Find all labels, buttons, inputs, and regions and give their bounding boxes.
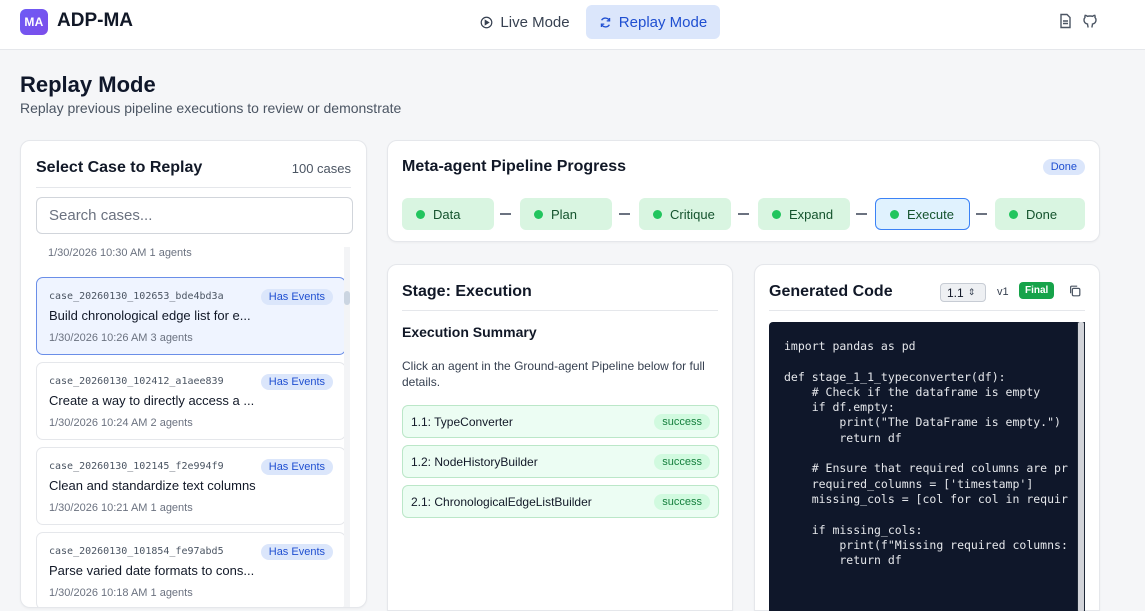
pipeline-status-badge: Done <box>1042 159 1085 175</box>
page-subtitle: Replay previous pipeline executions to r… <box>20 100 402 116</box>
has-events-badge: Has Events <box>260 544 333 560</box>
generated-code-panel: Generated Code 1.1 ⇕ v1 Final import pan… <box>754 264 1100 611</box>
divider <box>36 187 351 188</box>
replay-mode-button[interactable]: Replay Mode <box>586 5 720 39</box>
stage-connector <box>619 213 630 215</box>
agent-row[interactable]: 1.1: TypeConverter success <box>402 405 719 438</box>
case-item[interactable]: case_20260130_102145_f2e994f9 Has Events… <box>36 447 346 525</box>
case-panel-title: Select Case to Replay <box>36 159 203 176</box>
status-dot-icon <box>534 209 543 219</box>
copy-icon[interactable] <box>1068 284 1082 298</box>
stage-detail-panel: Stage: Execution Execution Summary Click… <box>387 264 733 611</box>
status-dot-icon <box>1009 209 1018 219</box>
status-dot-icon <box>653 209 662 219</box>
agent-status-badge: success <box>654 414 710 430</box>
agent-name: 1.2: NodeHistoryBuilder <box>411 455 538 469</box>
case-id: case_20260130_102145_f2e994f9 <box>49 461 224 472</box>
case-meta: 1/30/2026 10:26 AM 3 agents <box>49 332 193 344</box>
code-block[interactable]: import pandas as pd def stage_1_1_typeco… <box>769 322 1085 611</box>
stage-plan[interactable]: Plan <box>520 198 612 230</box>
app-title: ADP-MA <box>57 10 133 31</box>
case-name: Clean and standardize text columns <box>49 478 256 493</box>
agent-name: 2.1: ChronologicalEdgeListBuilder <box>411 495 592 509</box>
case-id: case_20260130_101854_fe97abd5 <box>49 546 224 557</box>
case-meta-partial: 1/30/2026 10:30 AM 1 agents <box>48 247 192 259</box>
case-name: Parse varied date formats to cons... <box>49 563 255 578</box>
divider <box>402 310 718 311</box>
agent-row[interactable]: 1.2: NodeHistoryBuilder success <box>402 445 719 478</box>
stage-execute[interactable]: Execute <box>875 198 970 230</box>
divider <box>769 310 1085 311</box>
stage-label: Critique <box>670 206 715 222</box>
live-mode-button[interactable]: Live Mode <box>470 5 580 39</box>
status-dot-icon <box>416 209 425 219</box>
stage-label: Execute <box>907 206 954 222</box>
case-count: 100 cases <box>291 161 351 176</box>
case-id: case_20260130_102653_bde4bd3a <box>49 291 224 302</box>
stage-connector <box>856 213 867 215</box>
stage-connector <box>500 213 511 215</box>
app-logo: MA <box>20 9 48 35</box>
status-dot-icon <box>772 209 781 219</box>
github-icon[interactable] <box>1082 13 1098 29</box>
case-meta: 1/30/2026 10:24 AM 2 agents <box>49 417 193 429</box>
code-scrollbar-thumb[interactable] <box>1078 322 1084 611</box>
stage-label: Data <box>433 206 461 222</box>
case-item[interactable]: case_20260130_101854_fe97abd5 Has Events… <box>36 532 346 607</box>
stage-critique[interactable]: Critique <box>639 198 731 230</box>
agent-row[interactable]: 2.1: ChronologicalEdgeListBuilder succes… <box>402 485 719 518</box>
stage-title: Stage: Execution <box>402 283 532 300</box>
agent-status-badge: success <box>654 454 710 470</box>
top-nav-bar: MA ADP-MA Live Mode Replay Mode <box>0 0 1145 50</box>
case-list[interactable]: 1/30/2026 10:30 AM 1 agents case_2026013… <box>36 247 353 607</box>
stage-label: Expand <box>789 206 834 222</box>
stage-done[interactable]: Done <box>995 198 1085 230</box>
chevron-updown-icon: ⇕ <box>967 287 976 297</box>
case-selection-panel: Select Case to Replay 100 cases 1/30/202… <box>20 140 367 608</box>
stage-expand[interactable]: Expand <box>758 198 850 230</box>
stage-label: Done <box>1026 206 1058 222</box>
code-content: import pandas as pd def stage_1_1_typeco… <box>784 339 1068 568</box>
case-meta: 1/30/2026 10:21 AM 1 agents <box>49 502 193 514</box>
case-item[interactable]: case_20260130_102412_a1aee839 Has Events… <box>36 362 346 440</box>
stage-data[interactable]: Data <box>402 198 494 230</box>
document-icon[interactable] <box>1057 13 1073 29</box>
has-events-badge: Has Events <box>260 289 333 305</box>
execution-summary-description: Click an agent in the Ground-agent Pipel… <box>402 359 705 389</box>
pipeline-title: Meta-agent Pipeline Progress <box>402 158 627 175</box>
has-events-badge: Has Events <box>260 459 333 475</box>
live-mode-label: Live Mode <box>500 13 570 31</box>
case-item[interactable]: case_20260130_102653_bde4bd3a Has Events… <box>36 277 346 355</box>
execution-summary-title: Execution Summary <box>402 324 537 340</box>
case-id: case_20260130_102412_a1aee839 <box>49 376 224 387</box>
page-title: Replay Mode <box>20 72 156 97</box>
replay-mode-label: Replay Mode <box>618 13 708 31</box>
case-name: Create a way to directly access a ... <box>49 393 255 408</box>
play-circle-icon <box>481 16 493 28</box>
version-value: 1.1 <box>947 285 964 300</box>
status-dot-icon <box>890 209 899 219</box>
version-label: v1 <box>997 286 1009 298</box>
agent-name: 1.1: TypeConverter <box>411 415 513 429</box>
pipeline-progress-panel: Meta-agent Pipeline Progress Done Data P… <box>387 140 1100 242</box>
case-meta: 1/30/2026 10:18 AM 1 agents <box>49 587 193 599</box>
case-name: Build chronological edge list for e... <box>49 308 251 323</box>
stage-connector <box>976 213 987 215</box>
has-events-badge: Has Events <box>260 374 333 390</box>
code-panel-title: Generated Code <box>769 283 893 300</box>
version-select[interactable]: 1.1 ⇕ <box>940 283 986 302</box>
case-list-scroll-thumb[interactable] <box>344 291 350 305</box>
search-cases-input[interactable] <box>36 197 353 234</box>
stage-label: Plan <box>551 206 578 222</box>
refresh-icon <box>600 16 611 28</box>
stage-connector <box>738 213 749 215</box>
agent-status-badge: success <box>654 494 710 510</box>
final-badge: Final <box>1019 282 1055 299</box>
